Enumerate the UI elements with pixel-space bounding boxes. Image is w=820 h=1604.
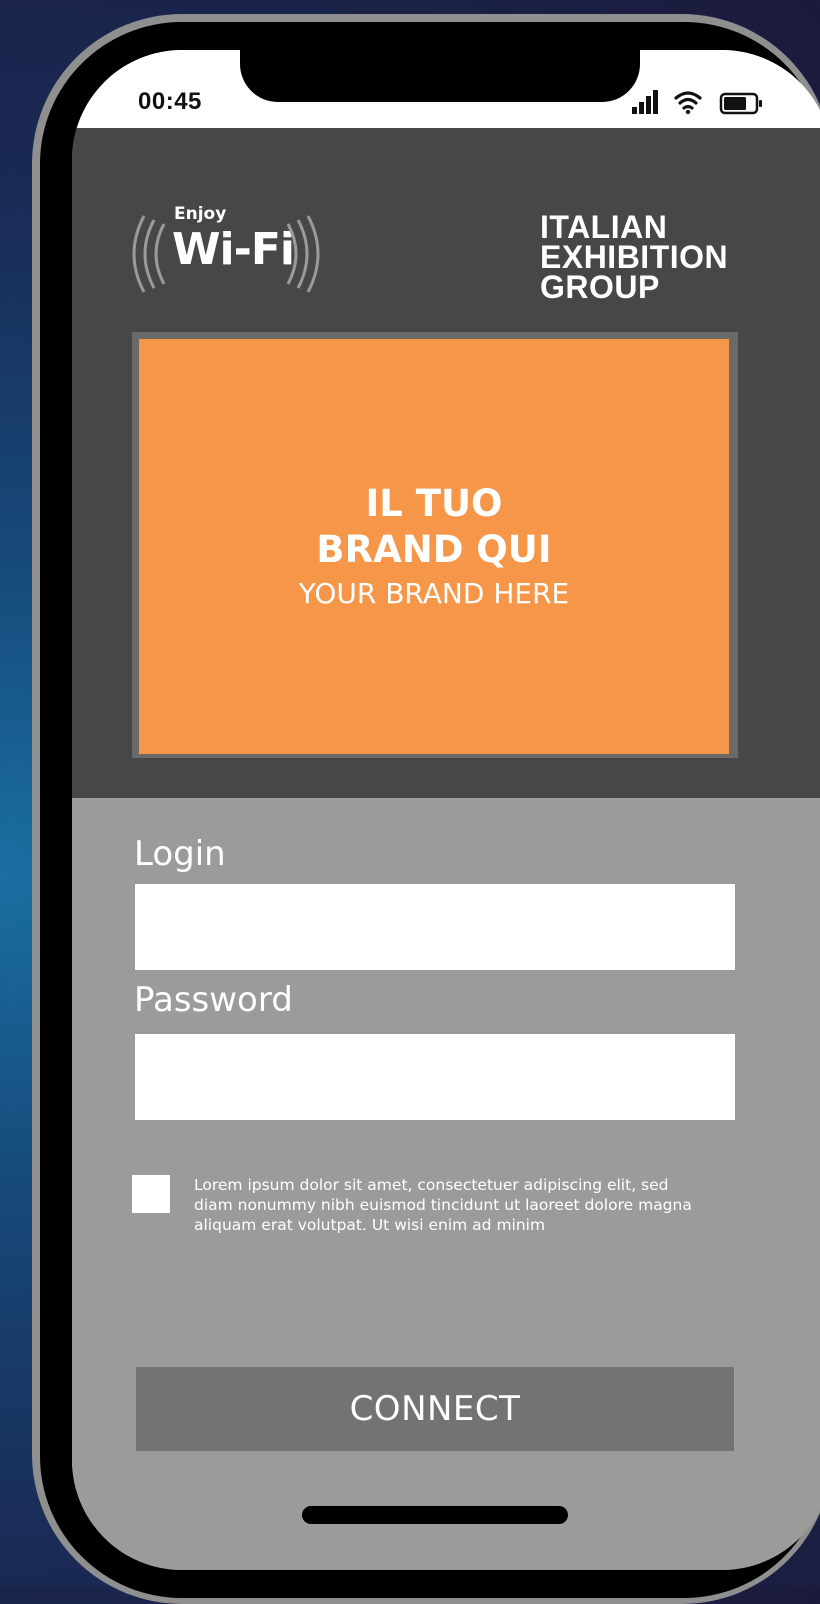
wifi-waves-right-icon <box>286 215 320 293</box>
brand-placeholder: IL TUO BRAND QUI YOUR BRAND HERE <box>139 339 729 754</box>
connect-button[interactable]: CONNECT <box>136 1367 734 1451</box>
wifi-logo-enjoy-text: Enjoy <box>174 204 227 224</box>
home-indicator[interactable] <box>302 1506 568 1524</box>
wifi-icon <box>674 91 702 115</box>
enjoy-wifi-logo: Enjoy Wi-Fi <box>128 202 320 300</box>
password-label: Password <box>134 980 293 1020</box>
brand-placeholder-subtitle: YOUR BRAND HERE <box>298 577 570 610</box>
company-logo-line-2: EXHIBITION <box>540 239 729 275</box>
login-form: Login Password Lorem ipsum dolor sit ame… <box>72 798 820 1570</box>
header: Enjoy Wi-Fi ITALIAN EXHIBITION GROUP IL … <box>72 128 820 798</box>
wifi-waves-left-icon <box>132 215 166 293</box>
status-time: 00:45 <box>138 88 202 115</box>
phone-notch <box>240 50 640 102</box>
password-input[interactable] <box>135 1034 735 1120</box>
brand-placeholder-title: IL TUO BRAND QUI <box>316 482 552 571</box>
italian-exhibition-group-logo: ITALIAN EXHIBITION GROUP <box>540 209 729 305</box>
wifi-logo-main-text: Wi-Fi <box>172 224 295 275</box>
status-icons <box>632 90 762 115</box>
company-logo-line-1: ITALIAN <box>540 209 668 245</box>
battery-icon <box>719 92 762 115</box>
status-bar: 00:45 <box>72 50 820 128</box>
cellular-signal-icon <box>632 90 658 114</box>
company-logo-line-3: GROUP <box>540 269 660 305</box>
login-input[interactable] <box>135 884 735 970</box>
login-label: Login <box>134 834 226 874</box>
phone-screen: 00:45 Enjoy Wi-Fi ITALIAN EXHIBITION GRO… <box>72 50 820 1570</box>
consent-text: Lorem ipsum dolor sit amet, consectetuer… <box>194 1176 692 1234</box>
consent-checkbox[interactable] <box>132 1175 170 1213</box>
